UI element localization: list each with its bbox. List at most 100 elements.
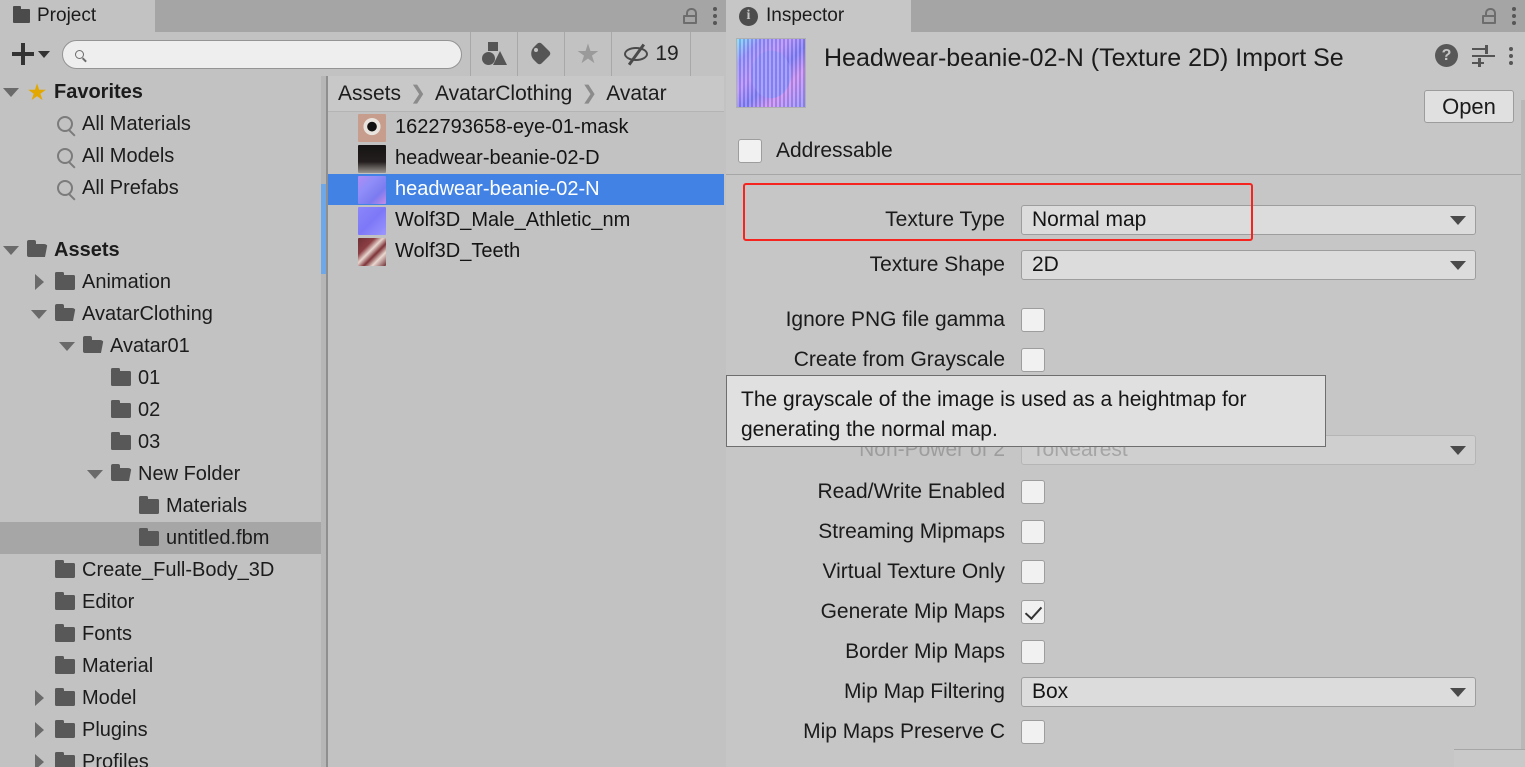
tree-item-favorites[interactable]: ★ Favorites	[0, 76, 326, 108]
lock-icon[interactable]	[1482, 8, 1496, 24]
tree-item-create-full-body-3d[interactable]: Create_Full-Body_3D	[0, 554, 326, 586]
property-label: Read/Write Enabled	[817, 480, 1005, 503]
tree-item-label: All Models	[82, 144, 175, 167]
checkbox-read-write-enabled[interactable]	[1021, 480, 1045, 504]
file-list-item[interactable]: headwear-beanie-02-N	[328, 174, 724, 205]
component-menu-icon[interactable]	[1509, 46, 1513, 65]
tree-item-all-materials[interactable]: All Materials	[0, 108, 326, 140]
tree-item-new-folder[interactable]: New Folder	[0, 458, 326, 490]
search-icon	[50, 116, 80, 132]
search-icon	[50, 148, 80, 164]
open-button[interactable]: Open	[1424, 90, 1514, 123]
breadcrumb-item[interactable]: Avatar	[606, 82, 666, 106]
filter-favorites-button[interactable]: ★	[564, 32, 612, 76]
tree-item-animation[interactable]: Animation	[0, 266, 326, 298]
inspector-scrollbar[interactable]	[1521, 100, 1525, 767]
dropdown-value: Normal map	[1032, 208, 1147, 231]
property-label: Texture Shape	[869, 253, 1005, 276]
property-label: Streaming Mipmaps	[818, 520, 1005, 543]
folder-icon	[50, 687, 80, 706]
more-options-icon[interactable]	[1512, 7, 1516, 25]
checkbox-streaming-mipmaps[interactable]	[1021, 520, 1045, 544]
dropdown-mip-map-filtering[interactable]: Box	[1021, 677, 1476, 707]
file-list-item[interactable]: 1622793658-eye-01-mask	[328, 112, 724, 143]
tree-item-02[interactable]: 02	[0, 394, 326, 426]
project-file-list[interactable]: Assets ❯ AvatarClothing ❯ Avatar 1622793658-…	[328, 76, 724, 767]
tree-item-all-prefabs[interactable]: All Prefabs	[0, 172, 326, 204]
tree-item-profiles[interactable]: Profiles	[0, 746, 326, 767]
chevron-down-icon[interactable]	[56, 341, 78, 351]
file-name-label: Wolf3D_Teeth	[395, 240, 521, 262]
tree-item-fonts[interactable]: Fonts	[0, 618, 326, 650]
chevron-right-icon[interactable]	[28, 274, 50, 290]
more-options-icon[interactable]	[713, 7, 717, 25]
search-box[interactable]	[62, 39, 462, 69]
checkbox-border-mip-maps[interactable]	[1021, 640, 1045, 664]
folder-open-icon	[22, 240, 52, 257]
file-list-item[interactable]: headwear-beanie-02-D	[328, 143, 724, 174]
tree-item-assets[interactable]: Assets	[0, 234, 326, 266]
project-folder-tree[interactable]: ★ Favorites All Materials All Models All Pre…	[0, 76, 326, 767]
inspector-tabbar: i Inspector	[726, 0, 1525, 32]
chevron-down-icon[interactable]	[84, 469, 106, 479]
chevron-down-icon	[1450, 445, 1466, 455]
search-input[interactable]	[90, 45, 450, 63]
dropdown-value: Box	[1032, 680, 1069, 703]
help-icon[interactable]: ?	[1435, 44, 1458, 67]
tree-item-avatarclothing[interactable]: AvatarClothing	[0, 298, 326, 330]
addressable-checkbox[interactable]	[738, 139, 762, 163]
tree-item-01[interactable]: 01	[0, 362, 326, 394]
breadcrumb-item[interactable]: AvatarClothing	[435, 82, 572, 106]
chevron-down-icon[interactable]	[28, 309, 50, 319]
preset-settings-icon[interactable]	[1472, 45, 1495, 67]
breadcrumb-item[interactable]: Assets	[338, 82, 401, 106]
chevron-right-icon[interactable]	[28, 690, 50, 706]
checkbox-ignore-png-file-gamma[interactable]	[1021, 308, 1045, 332]
tree-item-editor[interactable]: Editor	[0, 586, 326, 618]
tree-item-plugins[interactable]: Plugins	[0, 714, 326, 746]
chevron-down-icon	[1450, 215, 1466, 225]
checkbox-create-from-grayscale[interactable]	[1021, 348, 1045, 372]
chevron-right-icon[interactable]	[28, 722, 50, 738]
tree-item-all-models[interactable]: All Models	[0, 140, 326, 172]
dropdown-texture-type[interactable]: Normal map	[1021, 205, 1476, 235]
property-label: Virtual Texture Only	[822, 560, 1005, 583]
lock-icon[interactable]	[683, 8, 697, 24]
property-label: Mip Map Filtering	[843, 680, 1005, 703]
breadcrumb[interactable]: Assets ❯ AvatarClothing ❯ Avatar	[328, 76, 724, 112]
tree-item-03[interactable]: 03	[0, 426, 326, 458]
addressable-row[interactable]: Addressable	[726, 133, 1525, 169]
property-label: Border Mip Maps	[845, 640, 1005, 663]
tab-project[interactable]: Project	[0, 0, 155, 32]
chevron-right-icon[interactable]	[28, 754, 50, 767]
hidden-items-indicator[interactable]: 19	[611, 32, 691, 76]
tree-item-avatar01[interactable]: Avatar01	[0, 330, 326, 362]
info-icon: i	[739, 6, 758, 26]
file-list-item[interactable]: Wolf3D_Male_Athletic_nm	[328, 205, 724, 236]
tree-item-model[interactable]: Model	[0, 682, 326, 714]
dropdown-texture-shape[interactable]: 2D	[1021, 250, 1476, 280]
property-row-border-mip-maps: Border Mip Maps	[726, 632, 1525, 672]
checkbox-virtual-texture-only[interactable]	[1021, 560, 1045, 584]
folder-icon	[50, 623, 80, 642]
section-divider	[726, 174, 1525, 175]
folder-icon	[106, 399, 136, 418]
tree-item-materials[interactable]: Materials	[0, 490, 326, 522]
checkbox-mip-maps-preserve-c[interactable]	[1021, 720, 1045, 744]
filter-by-label-button[interactable]	[517, 32, 565, 76]
filter-by-type-button[interactable]	[470, 32, 518, 76]
chevron-down-icon[interactable]	[0, 87, 22, 97]
project-tab-actions	[683, 0, 717, 32]
dropdown-value: 2D	[1032, 253, 1059, 276]
tree-item-untitled-fbm[interactable]: untitled.fbm	[0, 522, 326, 554]
tab-inspector[interactable]: i Inspector	[726, 0, 911, 32]
create-asset-button[interactable]	[0, 32, 62, 76]
chevron-down-icon[interactable]	[0, 245, 22, 255]
file-list-item[interactable]: Wolf3D_Teeth	[328, 236, 724, 267]
tree-item-label: Animation	[82, 270, 171, 293]
tree-item-material[interactable]: Material	[0, 650, 326, 682]
checkbox-generate-mip-maps[interactable]	[1021, 600, 1045, 624]
folder-open-icon	[78, 336, 108, 353]
folder-icon	[50, 591, 80, 610]
file-name-label: 1622793658-eye-01-mask	[395, 116, 629, 138]
